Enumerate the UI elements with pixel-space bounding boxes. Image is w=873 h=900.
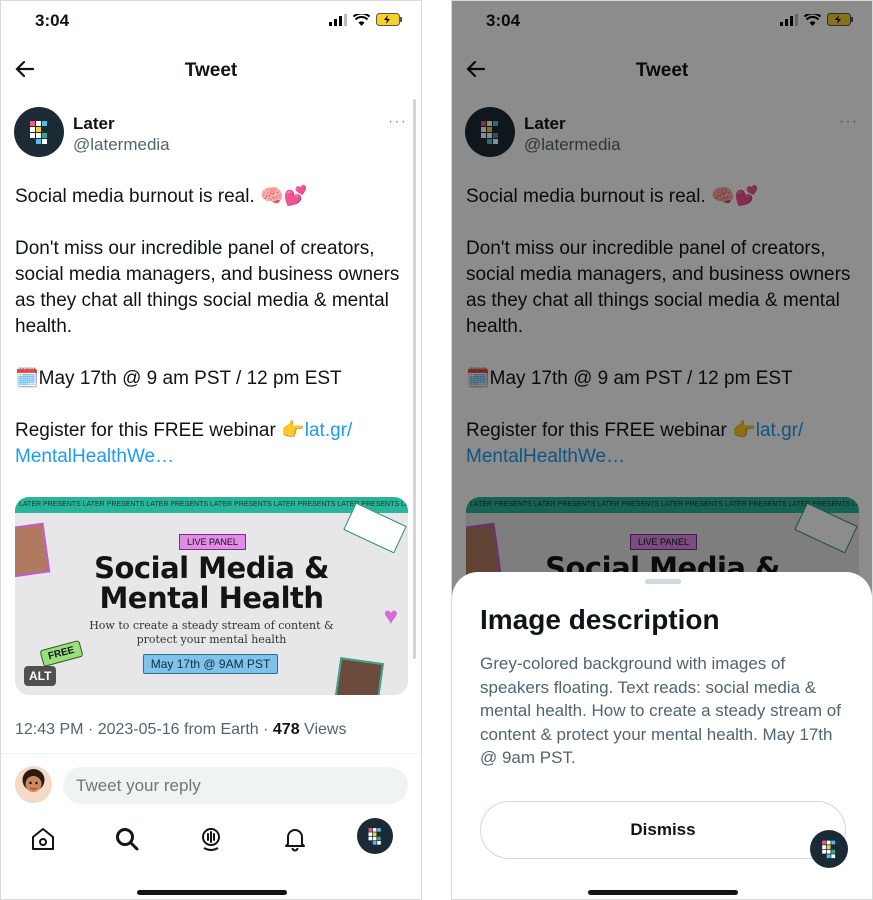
- author-avatar[interactable]: [14, 107, 64, 157]
- cartoon-avatar-icon: [22, 769, 45, 792]
- views-label: Views: [299, 721, 347, 738]
- image-description-sheet: Image description Grey-colored backgroun…: [452, 572, 872, 899]
- tweet-image[interactable]: LATER PRESENTS LATER PRESENTS LATER PRES…: [15, 497, 408, 695]
- divider: [1, 753, 421, 754]
- later-logo-icon: [368, 828, 381, 845]
- tweet-line: Register for this FREE webinar 👉lat.gr/ …: [15, 418, 407, 470]
- later-logo-icon: [30, 121, 47, 144]
- search-icon: [116, 828, 139, 851]
- tweet-timestamp: 12:43 PM · 2023-05-16 from Earth ·: [15, 721, 273, 738]
- tweet-line: 🗓️May 17th @ 9 am PST / 12 pm EST: [15, 368, 342, 389]
- bottom-tab-bar: [1, 818, 421, 863]
- page-title: Tweet: [184, 60, 238, 81]
- reply-bar: [1, 763, 421, 807]
- image-description-screen: 3:04 Tweet Later @latermedia ··· Social …: [451, 0, 873, 900]
- heart-icon: ♥: [383, 603, 398, 630]
- tweet-meta: 12:43 PM · 2023-05-16 from Earth · 478 V…: [15, 721, 346, 739]
- tweet-line: Don't miss our incredible panel of creat…: [15, 238, 400, 337]
- speaker-photo: [334, 657, 384, 695]
- profile-avatar: [810, 830, 848, 868]
- bell-icon: [285, 829, 305, 852]
- notifications-tab[interactable]: [279, 823, 311, 855]
- more-options-icon[interactable]: ···: [388, 113, 407, 131]
- later-logo-icon: [822, 840, 836, 859]
- author-handle[interactable]: @latermedia: [73, 135, 170, 155]
- top-nav: Tweet: [1, 51, 421, 91]
- image-headline: Social Media &Mental Health: [94, 551, 329, 615]
- ticker-banner: LATER PRESENTS LATER PRESENTS LATER PRES…: [15, 497, 408, 513]
- status-bar: 3:04: [1, 1, 421, 41]
- home-indicator: [137, 890, 287, 895]
- battery-charging-icon: [376, 13, 402, 26]
- sheet-title: Image description: [480, 604, 720, 635]
- user-avatar: [15, 766, 52, 803]
- sheet-grab-handle[interactable]: [645, 579, 681, 584]
- live-panel-badge: LIVE PANEL: [179, 534, 246, 550]
- status-time: 3:04: [35, 11, 70, 30]
- alt-badge[interactable]: ALT: [24, 666, 57, 686]
- home-icon: [32, 828, 54, 850]
- home-tab[interactable]: [27, 823, 59, 855]
- tweet-detail-screen: 3:04 Tweet Later @latermedia ··· Social …: [0, 0, 422, 900]
- reply-input[interactable]: [63, 767, 408, 804]
- tweet-author: Later @latermedia ···: [14, 107, 407, 159]
- image-description-text: Grey-colored background with images of s…: [480, 654, 841, 767]
- search-tab[interactable]: [111, 823, 143, 855]
- tweet-line: Social media burnout is real. 🧠💕: [15, 186, 308, 207]
- dismiss-button[interactable]: Dismiss: [480, 801, 846, 859]
- scrollbar[interactable]: [413, 99, 416, 659]
- profile-avatar: [357, 818, 393, 854]
- tweet-body: Social media burnout is real. 🧠💕 Don't m…: [15, 184, 407, 496]
- home-indicator: [588, 890, 738, 895]
- author-name[interactable]: Later: [73, 114, 115, 134]
- wifi-icon: [353, 13, 370, 26]
- tweet-register-text: Register for this FREE webinar 👉: [15, 420, 305, 441]
- signal-icon: [329, 13, 347, 26]
- profile-tab[interactable]: [357, 818, 393, 854]
- spaces-icon: [202, 828, 220, 851]
- spaces-tab[interactable]: [195, 823, 227, 855]
- image-date: May 17th @ 9AM PST: [143, 654, 278, 674]
- views-count: 478: [272, 721, 300, 738]
